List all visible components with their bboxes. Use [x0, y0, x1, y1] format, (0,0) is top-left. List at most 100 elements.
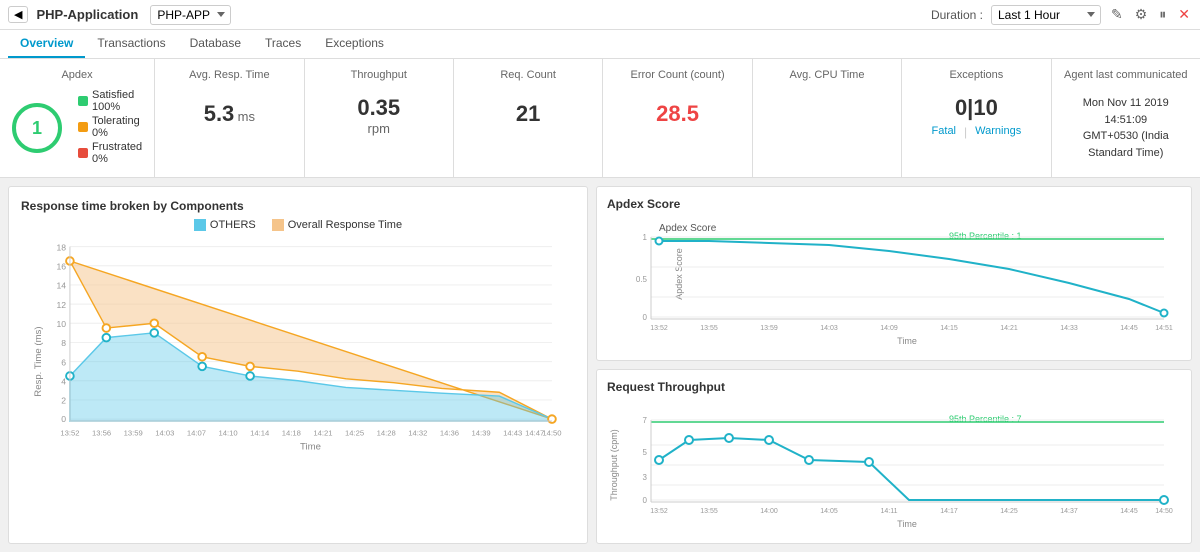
svg-text:Apdex Score: Apdex Score	[659, 223, 717, 234]
req-count-value: 21	[516, 101, 540, 126]
fatal-link[interactable]: Fatal	[932, 125, 956, 139]
exceptions-links: Fatal | Warnings	[914, 125, 1038, 139]
svg-text:6: 6	[61, 357, 66, 367]
svg-text:13:52: 13:52	[650, 508, 668, 515]
svg-text:14:36: 14:36	[440, 428, 459, 437]
svg-text:14:11: 14:11	[881, 508, 898, 515]
apdex-score-panel: Apdex Score Apdex Score Apdex Score 95th…	[596, 186, 1192, 361]
svg-text:14:43: 14:43	[503, 428, 522, 437]
svg-text:14:25: 14:25	[1000, 508, 1018, 515]
metric-exceptions: Exceptions 0|10 Fatal | Warnings	[902, 59, 1051, 177]
svg-text:4: 4	[61, 377, 66, 387]
tab-exceptions[interactable]: Exceptions	[313, 30, 396, 58]
svg-text:14:00: 14:00	[760, 508, 778, 515]
svg-text:13:59: 13:59	[124, 428, 143, 437]
svg-text:0: 0	[61, 414, 66, 424]
tab-transactions[interactable]: Transactions	[85, 30, 177, 58]
tab-overview[interactable]: Overview	[8, 30, 85, 58]
satisfied-dot	[78, 96, 88, 106]
svg-text:14:25: 14:25	[345, 428, 364, 437]
svg-text:13:59: 13:59	[760, 325, 778, 332]
apdex-legend: Satisfied 100% Tolerating 0% Frustrated …	[78, 89, 142, 167]
error-count-title: Error Count (count)	[615, 69, 739, 81]
overall-color	[272, 219, 284, 231]
edit-button[interactable]: ✎	[1109, 4, 1125, 25]
legend-satisfied: Satisfied 100%	[78, 89, 142, 113]
svg-text:14:28: 14:28	[377, 428, 396, 437]
avg-resp-unit: ms	[238, 109, 255, 124]
agent-last-value: Mon Nov 11 2019 14:51:09	[1064, 95, 1188, 128]
avg-cpu-title: Avg. CPU Time	[765, 69, 889, 81]
svg-text:7: 7	[643, 416, 648, 425]
top-bar-right: Duration : Last 1 Hour Last 3 Hours Last…	[931, 4, 1192, 25]
metrics-row: Apdex 1 Satisfied 100% Tolerating 0% Fru…	[0, 59, 1200, 178]
svg-text:2: 2	[61, 396, 66, 406]
svg-text:14:45: 14:45	[1120, 325, 1138, 332]
left-chart-legend: OTHERS Overall Response Time	[21, 219, 575, 231]
apdex-title: Apdex	[12, 69, 142, 81]
svg-text:Time: Time	[897, 336, 917, 346]
svg-text:3: 3	[643, 473, 648, 482]
tolerating-dot	[78, 122, 88, 132]
exceptions-title: Exceptions	[914, 69, 1038, 81]
metric-agent-last: Agent last communicated Mon Nov 11 2019 …	[1052, 59, 1200, 177]
svg-text:14:14: 14:14	[250, 428, 270, 437]
svg-text:0: 0	[643, 313, 648, 322]
metric-apdex: Apdex 1 Satisfied 100% Tolerating 0% Fru…	[0, 59, 155, 177]
close-button[interactable]: ✕	[1176, 4, 1192, 25]
svg-text:14:03: 14:03	[820, 325, 838, 332]
throughput-unit: rpm	[317, 121, 441, 136]
svg-text:8: 8	[61, 338, 66, 348]
svg-text:16: 16	[57, 262, 67, 272]
legend-frustrated: Frustrated 0%	[78, 141, 142, 165]
svg-text:14:45: 14:45	[1120, 508, 1138, 515]
others-color	[194, 219, 206, 231]
agent-last-timezone: GMT+0530 (India Standard Time)	[1064, 128, 1188, 161]
svg-text:14:50: 14:50	[542, 428, 561, 437]
metric-avg-resp-time: Avg. Resp. Time 5.3 ms	[155, 59, 304, 177]
left-chart-svg: Resp. Time (ms) 0 2 4 6 8 10 12	[21, 237, 575, 470]
svg-text:14:15: 14:15	[940, 325, 958, 332]
svg-text:13:55: 13:55	[700, 325, 718, 332]
avg-resp-title: Avg. Resp. Time	[167, 69, 291, 81]
svg-text:10: 10	[57, 319, 67, 329]
svg-text:14:05: 14:05	[820, 508, 838, 515]
throughput-title: Throughput	[317, 69, 441, 81]
pause-button[interactable]: ⏸	[1157, 4, 1168, 25]
throughput-chart-panel: Request Throughput Throughput (cpm) 95th…	[596, 369, 1192, 544]
svg-text:14:10: 14:10	[218, 428, 237, 437]
duration-select[interactable]: Last 1 Hour Last 3 Hours Last 6 Hours La…	[991, 5, 1101, 25]
metric-req-count: Req. Count 21	[454, 59, 603, 177]
svg-text:Resp. Time (ms): Resp. Time (ms)	[33, 326, 44, 396]
metric-error-count: Error Count (count) 28.5	[603, 59, 752, 177]
throughput-chart-title: Request Throughput	[607, 380, 1181, 394]
svg-text:14:09: 14:09	[880, 325, 898, 332]
settings-button[interactable]: ⚙	[1133, 4, 1150, 25]
svg-text:14:32: 14:32	[408, 428, 427, 437]
tab-database[interactable]: Database	[178, 30, 253, 58]
top-bar: ◀ PHP-Application PHP-APP Duration : Las…	[0, 0, 1200, 30]
back-button[interactable]: ◀	[8, 6, 28, 23]
svg-text:13:52: 13:52	[650, 325, 668, 332]
avg-resp-value: 5.3	[204, 101, 235, 126]
app-select[interactable]: PHP-APP	[150, 5, 231, 25]
svg-text:14:21: 14:21	[1000, 325, 1018, 332]
svg-text:12: 12	[57, 300, 67, 310]
svg-text:Time: Time	[300, 442, 321, 453]
exceptions-value: 0|10	[914, 95, 1038, 121]
svg-text:Apdex Score: Apdex Score	[674, 248, 684, 300]
warnings-link[interactable]: Warnings	[975, 125, 1021, 139]
error-count-value: 28.5	[656, 101, 699, 126]
svg-text:Throughput (cpm): Throughput (cpm)	[609, 429, 619, 501]
tab-traces[interactable]: Traces	[253, 30, 313, 58]
svg-text:0.5: 0.5	[636, 275, 648, 284]
svg-text:14:03: 14:03	[155, 428, 174, 437]
svg-text:13:52: 13:52	[60, 428, 79, 437]
svg-text:14:37: 14:37	[1060, 508, 1078, 515]
metric-avg-cpu: Avg. CPU Time	[753, 59, 902, 177]
duration-label: Duration :	[931, 8, 983, 22]
svg-text:14:50: 14:50	[1155, 508, 1173, 515]
left-chart-title: Response time broken by Components	[21, 199, 575, 213]
chart-right-panels: Apdex Score Apdex Score Apdex Score 95th…	[596, 186, 1192, 544]
svg-text:18: 18	[57, 242, 67, 252]
